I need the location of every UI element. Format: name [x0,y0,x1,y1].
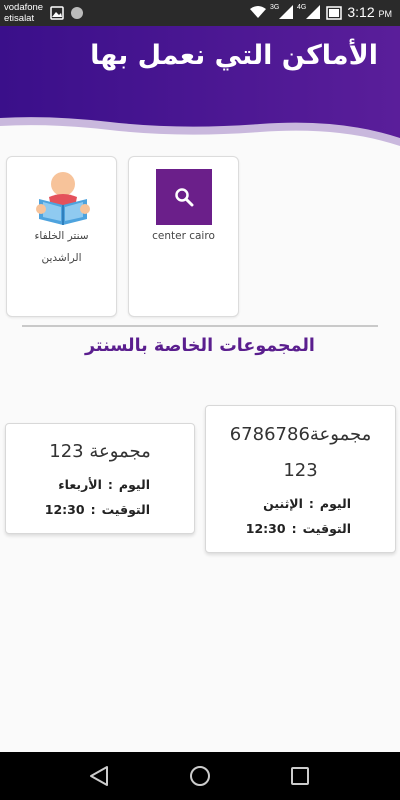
recents-icon [291,767,309,785]
carrier-2: etisalat [4,13,35,24]
carrier-1: vodafone [4,2,44,13]
clock-ampm: PM [378,9,393,19]
time-separator: : [291,521,297,536]
back-icon [90,766,108,786]
day-value: الأربعاء [58,477,102,492]
home-button[interactable] [176,752,224,800]
group-time-row: التوقيت:12:30 [246,521,351,536]
group-day-row: اليوم: الأربعاء [58,477,150,492]
group-name-line-1: مجموعة6786786 [229,424,372,445]
group-name-line-2: 123 [283,460,318,481]
wifi-icon [250,6,266,18]
place-card-khulafa[interactable]: سنتر الخلفاء الراشدين [6,156,117,317]
section-title: المجموعات الخاصة بالسنتر [85,336,315,356]
time-value: 12:30 [44,502,85,517]
person-reading-icon [36,172,90,225]
time-value: 12:30 [245,521,286,536]
time-separator: : [90,502,96,517]
page-title: الأماكن التي نعمل بها [90,40,378,71]
time-label: التوقيت [302,521,351,536]
circle-notification-icon [71,7,83,19]
gallery-icon [50,6,64,20]
group-time-row: التوقيت:12:30 [45,502,150,517]
signal-1-icon [279,5,293,19]
group-card-6786786[interactable]: مجموعة6786786 123 اليوم: الإثنين التوقيت:… [205,405,396,553]
day-separator: : [107,477,113,492]
place-icon-box [156,169,212,225]
carrier-labels: vodafone etisalat [4,2,43,24]
group-day-row: اليوم: الإثنين [263,496,351,511]
clock: 3:12 PM [347,4,392,20]
place-name: center cairo [152,230,215,242]
time-label: التوقيت [101,502,150,517]
home-icon [190,766,210,786]
place-card-center-cairo[interactable]: center cairo [128,156,239,317]
battery-icon [326,6,342,20]
status-bar: vodafone etisalat 3G 4G 3:12 PM [0,0,400,26]
day-label: اليوم [319,496,351,511]
network-3g-label: 3G [270,4,280,11]
day-label: اليوم [118,477,150,492]
signal-2-icon [306,5,320,19]
network-4g-label: 4G [297,4,307,11]
group-card-123[interactable]: مجموعة 123 اليوم:الأربعاء التوقيت:12:30 [5,423,195,534]
page-header: الأماكن التي نعمل بها [0,26,400,156]
day-value: الإثنين [263,496,303,511]
back-button[interactable] [76,752,124,800]
recents-button[interactable] [276,752,324,800]
section-divider [22,325,378,327]
system-nav-bar [0,752,400,800]
day-separator: : [308,496,314,511]
group-name: مجموعة 123 [49,441,151,462]
search-icon [175,188,194,207]
clock-time: 3:12 [347,4,375,20]
place-name-line-1: سنتر الخلفاء [34,230,89,242]
place-name-line-2: الراشدين [41,252,82,264]
